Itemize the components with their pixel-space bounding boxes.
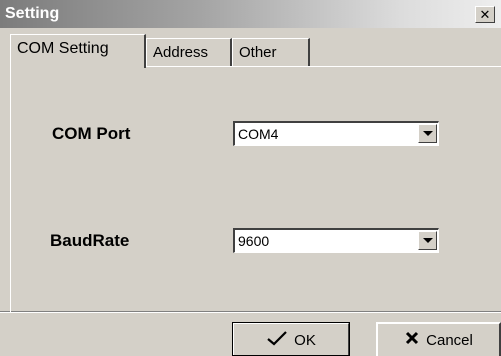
window-title: Setting [5,5,60,22]
tab-label: Other [239,44,277,61]
title-bar: Setting ✕ [0,0,501,28]
close-button[interactable]: ✕ [475,6,495,23]
com-setting-panel [10,66,501,312]
tab-address[interactable]: Address [146,38,232,67]
x-icon [404,330,420,350]
tab-label: Address [153,44,209,61]
close-icon: ✕ [479,6,491,22]
ok-label: OK [294,331,316,349]
tab-com-setting[interactable]: COM Setting [10,34,146,68]
cancel-button[interactable]: Cancel [376,322,501,356]
ok-button[interactable]: OK [232,322,350,356]
tab-label: COM Setting [17,40,109,57]
tab-other[interactable]: Other [232,38,310,67]
checkmark-icon [266,330,288,350]
cancel-label: Cancel [426,331,473,349]
